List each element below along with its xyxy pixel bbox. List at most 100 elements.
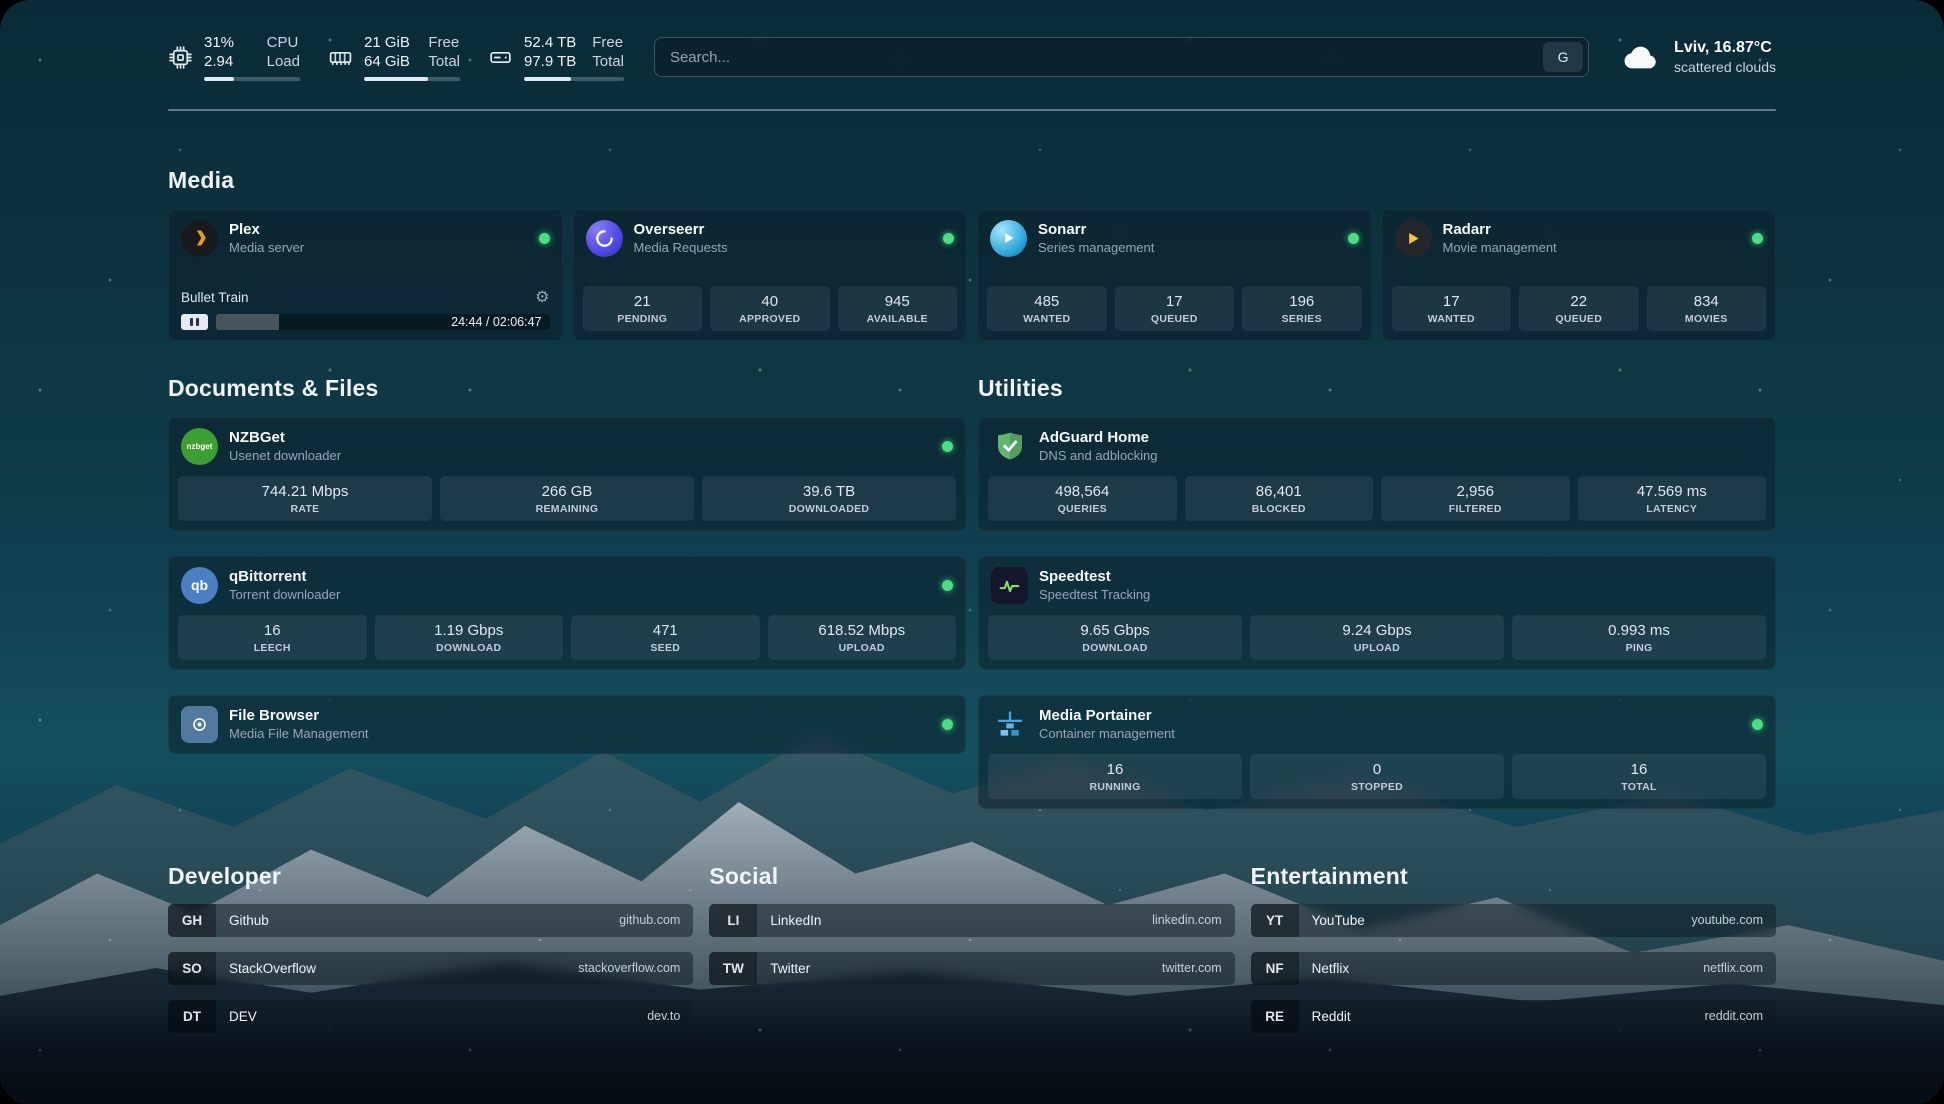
nzbget-link[interactable]: nzbget NZBGet Usenet downloader xyxy=(168,417,966,476)
disk-usage-bar xyxy=(524,77,624,81)
stat-value: 17 xyxy=(1119,293,1231,310)
memory-widget: 21 GiB 64 GiB Free Total xyxy=(328,34,460,81)
stat-label: UPLOAD xyxy=(1254,642,1500,654)
bookmark-abbr: DT xyxy=(168,1000,216,1033)
service-name: Speedtest xyxy=(1039,568,1150,585)
bookmark-twitter[interactable]: TW Twitter twitter.com xyxy=(709,952,1234,985)
utilities-section: Utilities xyxy=(978,375,1776,809)
bookmark-domain: youtube.com xyxy=(1691,913,1763,927)
service-name: Media Portainer xyxy=(1039,707,1175,724)
stat-label: LEECH xyxy=(182,642,363,654)
media-grid: Plex Media server Bullet Train ⚙ xyxy=(168,209,1776,341)
radarr-stats: 17 WANTED 22 QUEUED 834 MOVIES xyxy=(1382,286,1777,341)
gear-icon[interactable]: ⚙ xyxy=(535,290,549,306)
speedtest-icon xyxy=(991,567,1028,604)
bookmark-linkedin[interactable]: LI LinkedIn linkedin.com xyxy=(709,904,1234,937)
stat-value: 0 xyxy=(1254,761,1500,778)
stat-value: 2,956 xyxy=(1385,483,1566,500)
overseerr-stats: 21 PENDING 40 APPROVED 945 AVAILABLE xyxy=(573,286,968,341)
bookmark-name: YouTube xyxy=(1312,913,1365,928)
adguard-icon xyxy=(991,428,1028,465)
speedtest-link[interactable]: Speedtest Speedtest Tracking xyxy=(978,556,1776,615)
stat-box: 2,956 FILTERED xyxy=(1381,476,1570,521)
stat-value: 1.19 Gbps xyxy=(379,622,560,639)
cpu-label-bottom: Load xyxy=(267,53,300,72)
stat-value: 196 xyxy=(1246,293,1358,310)
status-dot xyxy=(1752,233,1763,244)
status-dot xyxy=(1752,719,1763,730)
bookmark-name: Twitter xyxy=(770,961,810,976)
bookmark-dev[interactable]: DT DEV dev.to xyxy=(168,1000,693,1033)
memory-label-top: Free xyxy=(428,34,460,53)
status-dot xyxy=(942,580,953,591)
search-input[interactable] xyxy=(670,49,1543,66)
stat-label: UPLOAD xyxy=(772,642,953,654)
stat-value: 16 xyxy=(1516,761,1762,778)
radarr-link[interactable]: Radarr Movie management xyxy=(1382,209,1777,268)
bookmark-abbr: NF xyxy=(1251,952,1299,985)
service-name: Sonarr xyxy=(1038,221,1154,238)
stat-box: 21 PENDING xyxy=(583,286,703,331)
stat-label: WANTED xyxy=(991,313,1103,325)
stat-value: 0.993 ms xyxy=(1516,622,1762,639)
stat-box: 9.24 Gbps UPLOAD xyxy=(1250,615,1504,660)
stat-box: 0 STOPPED xyxy=(1250,754,1504,799)
stat-label: FILTERED xyxy=(1385,503,1566,515)
bookmark-abbr: RE xyxy=(1251,1000,1299,1033)
bookmark-domain: dev.to xyxy=(647,1009,680,1023)
qbittorrent-link[interactable]: qb qBittorrent Torrent downloader xyxy=(168,556,966,615)
bookmark-netflix[interactable]: NF Netflix netflix.com xyxy=(1251,952,1776,985)
plex-link[interactable]: Plex Media server xyxy=(168,209,563,268)
speedtest-stats: 9.65 Gbps DOWNLOAD 9.24 Gbps UPLOAD 0.99… xyxy=(978,615,1776,670)
bookmark-stackoverflow[interactable]: SO StackOverflow stackoverflow.com xyxy=(168,952,693,985)
bookmark-github[interactable]: GH Github github.com xyxy=(168,904,693,937)
weather-condition: scattered clouds xyxy=(1674,59,1776,75)
overseerr-link[interactable]: Overseerr Media Requests xyxy=(573,209,968,268)
bookmark-name: StackOverflow xyxy=(229,961,316,976)
stat-label: QUEUED xyxy=(1119,313,1231,325)
sonarr-link[interactable]: Sonarr Series management xyxy=(977,209,1372,268)
stat-label: DOWNLOAD xyxy=(379,642,560,654)
service-name: Overseerr xyxy=(634,221,728,238)
portainer-link[interactable]: Media Portainer Container management xyxy=(978,695,1776,754)
stat-box: 498,564 QUERIES xyxy=(988,476,1177,521)
section-title-documents: Documents & Files xyxy=(168,375,966,402)
cpu-load-value: 2.94 xyxy=(204,53,234,72)
disk-widget: 52.4 TB 97.9 TB Free Total xyxy=(488,34,624,81)
stat-label: RUNNING xyxy=(992,781,1238,793)
stat-box: 40 APPROVED xyxy=(710,286,830,331)
memory-free-value: 21 GiB xyxy=(364,34,410,53)
service-subtitle: Media File Management xyxy=(229,726,368,741)
cpu-usage-fill xyxy=(204,77,234,81)
page-content: 31% 2.94 CPU Load xyxy=(0,0,1944,1104)
bookmark-reddit[interactable]: RE Reddit reddit.com xyxy=(1251,1000,1776,1033)
bookmark-abbr: LI xyxy=(709,904,757,937)
stat-box: 266 GB REMAINING xyxy=(440,476,694,521)
stat-label: SERIES xyxy=(1246,313,1358,325)
service-name: Plex xyxy=(229,221,304,238)
pause-button[interactable] xyxy=(181,314,208,330)
stat-value: 9.65 Gbps xyxy=(992,622,1238,639)
search-provider-button[interactable]: G xyxy=(1543,42,1583,72)
stat-box: 945 AVAILABLE xyxy=(838,286,958,331)
stat-value: 9.24 Gbps xyxy=(1254,622,1500,639)
filebrowser-link[interactable]: File Browser Media File Management xyxy=(168,695,966,754)
card-portainer: Media Portainer Container management 16 … xyxy=(978,695,1776,809)
stat-value: 86,401 xyxy=(1189,483,1370,500)
stat-label: MOVIES xyxy=(1651,313,1763,325)
plex-icon xyxy=(181,220,218,257)
stat-label: QUERIES xyxy=(992,503,1173,515)
stat-label: REMAINING xyxy=(444,503,690,515)
bookmark-domain: stackoverflow.com xyxy=(578,961,680,975)
adguard-link[interactable]: AdGuard Home DNS and adblocking xyxy=(978,417,1776,476)
service-subtitle: Media server xyxy=(229,240,304,255)
bookmark-domain: reddit.com xyxy=(1705,1009,1763,1023)
bookmark-domain: linkedin.com xyxy=(1152,913,1221,927)
stat-label: SEED xyxy=(575,642,756,654)
bookmark-youtube[interactable]: YT YouTube youtube.com xyxy=(1251,904,1776,937)
service-name: AdGuard Home xyxy=(1039,429,1158,446)
service-subtitle: Series management xyxy=(1038,240,1154,255)
cpu-usage-bar xyxy=(204,77,300,81)
resource-widgets: 31% 2.94 CPU Load xyxy=(168,34,624,81)
memory-label-bottom: Total xyxy=(428,53,460,72)
